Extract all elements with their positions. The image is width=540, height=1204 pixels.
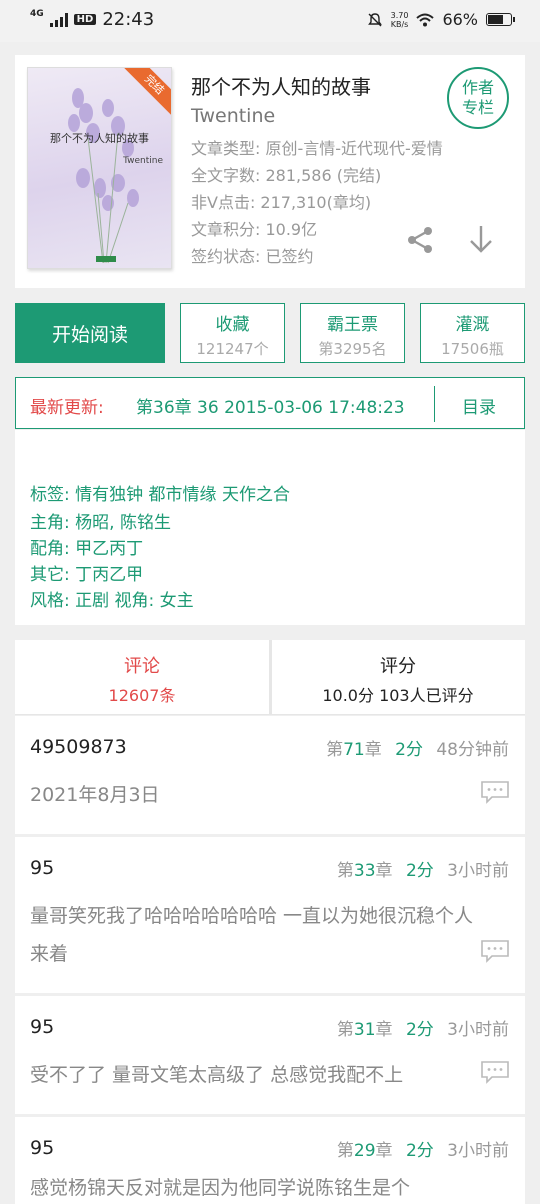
signal-icon bbox=[49, 12, 68, 27]
network-type: 4G bbox=[30, 8, 44, 19]
comment-body: 2021年8月3日 bbox=[30, 784, 160, 806]
reply-bubble-icon[interactable] bbox=[480, 939, 510, 963]
status-bar: 4G HD 22:43 3.70 KB/s 66% bbox=[0, 0, 540, 42]
comment-item[interactable]: 95 第29章 2分 3小时前 感觉杨锦天反对就是因为他同学说陈铭生是个 bbox=[15, 1117, 525, 1204]
style-row: 风格: 正剧 视角: 女主 bbox=[30, 591, 194, 611]
comment-meta: 第33章 2分 3小时前 bbox=[336, 861, 509, 881]
comment-meta: 第29章 2分 3小时前 bbox=[336, 1141, 509, 1161]
battery-percent: 66% bbox=[442, 10, 478, 29]
comment-user[interactable]: 95 bbox=[30, 1016, 54, 1038]
comment-body: 受不了了 量哥文笔太高级了 总感觉我配不上 bbox=[30, 1064, 404, 1086]
share-icon[interactable] bbox=[405, 225, 435, 255]
comment-tabs: 评论 12607条 评分 10.0分 103人已评分 bbox=[15, 640, 525, 715]
meta-score: 文章积分: 10.9亿 bbox=[191, 220, 318, 239]
cover-author: Twentine bbox=[123, 156, 163, 166]
comment-user[interactable]: 95 bbox=[30, 857, 54, 879]
reply-bubble-icon[interactable] bbox=[480, 1060, 510, 1084]
meta-contract: 签约状态: 已签约 bbox=[191, 247, 314, 266]
network-speed: 3.70 KB/s bbox=[390, 10, 409, 29]
author-column-button[interactable]: 作者 专栏 bbox=[447, 67, 509, 129]
tab-ratings[interactable]: 评分 10.0分 103人已评分 bbox=[271, 640, 525, 715]
book-info-card: 完结 那个不为人知的故事 Twentine 那个不为人知的故事 Twentine… bbox=[15, 55, 525, 288]
other-row: 其它: 丁丙乙甲 bbox=[30, 565, 144, 585]
start-reading-button[interactable]: 开始阅读 bbox=[15, 303, 165, 363]
nutrient-button[interactable]: 灌溉 17506瓶 bbox=[420, 303, 525, 363]
lavender-illustration bbox=[68, 88, 139, 264]
protagonist-row: 主角: 杨昭, 陈铭生 bbox=[30, 513, 171, 533]
comment-item[interactable]: 95 第33章 2分 3小时前 量哥笑死我了哈哈哈哈哈哈哈 一直以为她很沉稳个人… bbox=[15, 837, 525, 993]
vote-ticket-button[interactable]: 霸王票 第3295名 bbox=[300, 303, 405, 363]
latest-chapter-link[interactable]: 第36章 36 2015-03-06 17:48:23 bbox=[136, 393, 426, 418]
supporting-row: 配角: 甲乙丙丁 bbox=[30, 539, 144, 559]
tags-row: 标签: 情有独钟 都市情缘 天作之合 bbox=[30, 485, 290, 505]
comment-meta: 第71章 2分 48分钟前 bbox=[326, 740, 509, 760]
reply-bubble-icon[interactable] bbox=[480, 780, 510, 804]
tags-panel: 标签: 情有独钟 都市情缘 天作之合 主角: 杨昭, 陈铭生 配角: 甲乙丙丁 … bbox=[15, 430, 525, 625]
comment-body: 感觉杨锦天反对就是因为他同学说陈铭生是个 bbox=[30, 1177, 411, 1199]
latest-update-label: 最新更新: bbox=[30, 398, 104, 418]
meta-genre: 文章类型: 原创-言情-近代现代-爱情 bbox=[191, 139, 443, 158]
comment-user[interactable]: 49509873 bbox=[30, 736, 127, 758]
tab-comments[interactable]: 评论 12607条 bbox=[15, 640, 269, 715]
wifi-icon bbox=[416, 13, 435, 26]
meta-clicks: 非V点击: 217,310(章均) bbox=[191, 193, 372, 212]
latest-update-bar: 最新更新: 第36章 36 2015-03-06 17:48:23 目录 bbox=[15, 377, 525, 429]
battery-icon bbox=[486, 13, 515, 26]
book-cover[interactable]: 完结 那个不为人知的故事 Twentine bbox=[27, 67, 172, 269]
mute-icon bbox=[367, 12, 382, 26]
comment-meta: 第31章 2分 3小时前 bbox=[336, 1020, 509, 1040]
comment-item[interactable]: 49509873 第71章 2分 48分钟前 2021年8月3日 bbox=[15, 716, 525, 834]
table-of-contents-button[interactable]: 目录 bbox=[462, 393, 496, 418]
divider bbox=[434, 386, 435, 422]
book-author[interactable]: Twentine bbox=[191, 105, 275, 127]
book-title: 那个不为人知的故事 bbox=[191, 75, 371, 99]
favorite-button[interactable]: 收藏 121247个 bbox=[180, 303, 285, 363]
cover-title: 那个不为人知的故事 bbox=[50, 132, 149, 145]
comment-body: 量哥笑死我了哈哈哈哈哈哈哈 一直以为她很沉稳个人来着 bbox=[30, 905, 474, 965]
comment-user[interactable]: 95 bbox=[30, 1137, 54, 1159]
clock: 22:43 bbox=[102, 9, 155, 30]
hd-icon: HD bbox=[73, 14, 97, 25]
download-icon[interactable] bbox=[467, 223, 495, 255]
meta-word-count: 全文字数: 281,586 (完结) bbox=[191, 166, 382, 185]
comment-item[interactable]: 95 第31章 2分 3小时前 受不了了 量哥文笔太高级了 总感觉我配不上 bbox=[15, 996, 525, 1114]
